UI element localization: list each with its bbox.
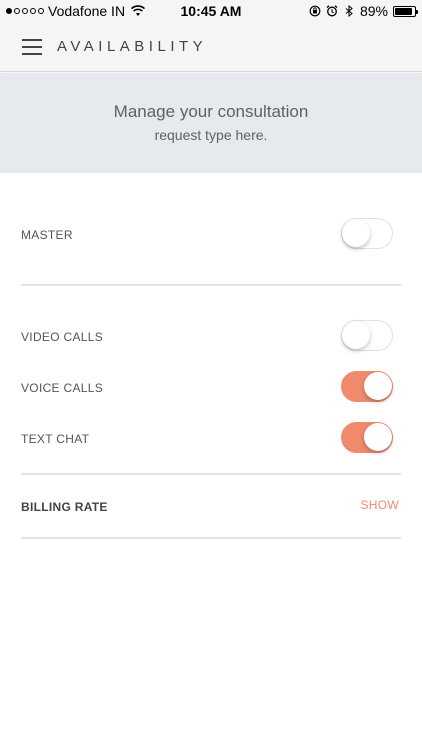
voice-calls-toggle[interactable] bbox=[341, 371, 393, 402]
divider bbox=[21, 284, 401, 286]
app-header: AVAILABILITY bbox=[0, 22, 422, 72]
master-row: MASTER bbox=[21, 218, 401, 252]
voice-calls-row: VOICE CALLS bbox=[21, 371, 401, 405]
text-chat-label: TEXT CHAT bbox=[21, 432, 90, 446]
video-calls-toggle[interactable] bbox=[341, 320, 393, 351]
master-label: MASTER bbox=[21, 228, 73, 242]
info-text-line1: Manage your consultation bbox=[113, 102, 309, 121]
divider bbox=[21, 473, 401, 475]
toggle-knob bbox=[364, 423, 392, 451]
billing-rate-label: BILLING RATE bbox=[21, 500, 108, 514]
text-chat-row: TEXT CHAT bbox=[21, 422, 401, 456]
hamburger-menu-icon[interactable] bbox=[22, 39, 42, 55]
toggle-knob bbox=[342, 321, 370, 349]
master-toggle[interactable] bbox=[341, 218, 393, 249]
video-calls-label: VIDEO CALLS bbox=[21, 330, 103, 344]
show-billing-rate-link[interactable]: SHOW bbox=[360, 498, 399, 512]
divider bbox=[21, 537, 401, 539]
text-chat-toggle[interactable] bbox=[341, 422, 393, 453]
orientation-lock-icon bbox=[309, 5, 321, 17]
voice-calls-label: VOICE CALLS bbox=[21, 381, 103, 395]
toggle-knob bbox=[364, 372, 392, 400]
status-bar: Vodafone IN 10:45 AM 89% bbox=[0, 0, 422, 22]
status-right: 89% bbox=[309, 3, 418, 19]
info-banner: Manage your consultation request type he… bbox=[0, 73, 422, 173]
info-text-line2: request type here. bbox=[154, 127, 268, 143]
page-title: AVAILABILITY bbox=[57, 38, 208, 55]
billing-rate-row: BILLING RATE SHOW bbox=[21, 496, 401, 516]
battery-icon bbox=[393, 5, 418, 17]
battery-fill bbox=[395, 7, 412, 15]
toggle-knob bbox=[342, 219, 370, 247]
video-calls-row: VIDEO CALLS bbox=[21, 320, 401, 354]
bluetooth-icon bbox=[345, 5, 353, 17]
battery-percent: 89% bbox=[359, 3, 388, 19]
alarm-icon bbox=[326, 5, 338, 17]
